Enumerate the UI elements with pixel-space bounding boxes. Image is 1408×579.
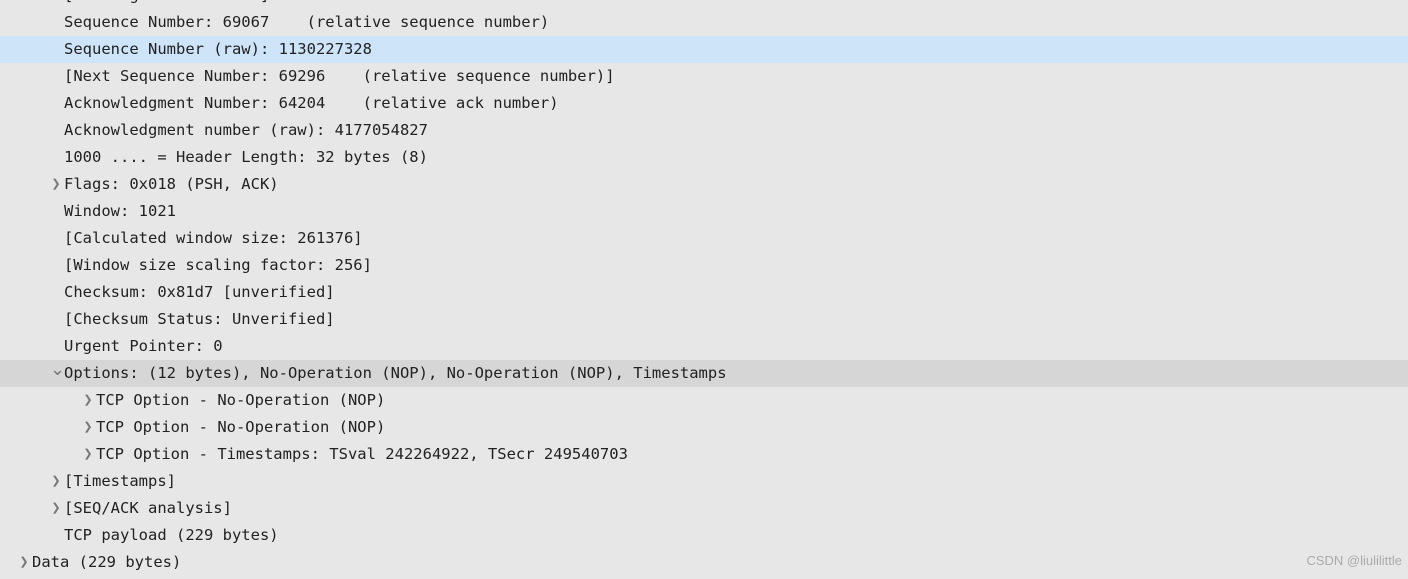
tree-row-text: Sequence Number: 69067 (relative sequenc… xyxy=(64,9,549,36)
tree-row-text: Sequence Number (raw): 1130227328 xyxy=(64,36,372,63)
tree-row-l10[interactable]: [Window size scaling factor: 256] xyxy=(0,252,1408,279)
chevron-right-icon[interactable]: ❯ xyxy=(50,495,62,522)
tree-row-l4[interactable]: Acknowledgment Number: 64204 (relative a… xyxy=(0,90,1408,117)
tree-row-text: [Window size scaling factor: 256] xyxy=(64,252,372,279)
chevron-down-icon[interactable]: ⌄ xyxy=(50,356,62,383)
tree-row-l9[interactable]: [Calculated window size: 261376] xyxy=(0,225,1408,252)
tree-row-l2[interactable]: Sequence Number (raw): 1130227328 xyxy=(0,36,1408,63)
tree-row-l20[interactable]: TCP payload (229 bytes) xyxy=(0,522,1408,549)
tree-row-text: Options: (12 bytes), No-Operation (NOP),… xyxy=(64,360,727,387)
tree-row-l5[interactable]: Acknowledgment number (raw): 4177054827 xyxy=(0,117,1408,144)
tree-row-l13[interactable]: Urgent Pointer: 0 xyxy=(0,333,1408,360)
tree-row-l11[interactable]: Checksum: 0x81d7 [unverified] xyxy=(0,279,1408,306)
tree-row-text: Window: 1021 xyxy=(64,198,176,225)
tree-row-text: Checksum: 0x81d7 [unverified] xyxy=(64,279,335,306)
tree-row-l7[interactable]: ❯Flags: 0x018 (PSH, ACK) xyxy=(0,171,1408,198)
tree-row-text: [Checksum Status: Unverified] xyxy=(64,306,335,333)
tree-row-text: Data (229 bytes) xyxy=(32,549,181,576)
chevron-right-icon[interactable]: ❯ xyxy=(50,468,62,495)
tree-row-l1[interactable]: Sequence Number: 69067 (relative sequenc… xyxy=(0,9,1408,36)
tree-row-text: [Next Sequence Number: 69296 (relative s… xyxy=(64,63,615,90)
tree-row-l8[interactable]: Window: 1021 xyxy=(0,198,1408,225)
chevron-right-icon[interactable]: ❯ xyxy=(18,549,30,576)
packet-details-panel: [TCP Segment Len: 229]Sequence Number: 6… xyxy=(0,0,1408,576)
tree-row-text: TCP Option - Timestamps: TSval 242264922… xyxy=(96,441,628,468)
chevron-right-icon[interactable]: ❯ xyxy=(82,441,94,468)
tree-row-text: [Timestamps] xyxy=(64,468,176,495)
tree-row-l16[interactable]: ❯TCP Option - No-Operation (NOP) xyxy=(0,414,1408,441)
tree-row-l19[interactable]: ❯[SEQ/ACK analysis] xyxy=(0,495,1408,522)
chevron-right-icon[interactable]: ❯ xyxy=(82,414,94,441)
tree-row-l14[interactable]: ⌄Options: (12 bytes), No-Operation (NOP)… xyxy=(0,360,1408,387)
tree-row-text: Urgent Pointer: 0 xyxy=(64,333,223,360)
tree-row-text: [TCP Segment Len: 229] xyxy=(64,0,269,9)
chevron-right-icon[interactable]: ❯ xyxy=(82,387,94,414)
tree-row-l15[interactable]: ❯TCP Option - No-Operation (NOP) xyxy=(0,387,1408,414)
tree-row-text: [Calculated window size: 261376] xyxy=(64,225,363,252)
tree-row-l21[interactable]: ❯Data (229 bytes) xyxy=(0,549,1408,576)
tree-row-l0[interactable]: [TCP Segment Len: 229] xyxy=(0,0,1408,9)
tree-row-text: [SEQ/ACK analysis] xyxy=(64,495,232,522)
tree-row-l12[interactable]: [Checksum Status: Unverified] xyxy=(0,306,1408,333)
tree-row-text: Acknowledgment number (raw): 4177054827 xyxy=(64,117,428,144)
tree-row-text: Flags: 0x018 (PSH, ACK) xyxy=(64,171,279,198)
tree-row-text: TCP Option - No-Operation (NOP) xyxy=(96,387,385,414)
tree-row-l6[interactable]: 1000 .... = Header Length: 32 bytes (8) xyxy=(0,144,1408,171)
tree-row-l3[interactable]: [Next Sequence Number: 69296 (relative s… xyxy=(0,63,1408,90)
tree-row-text: TCP payload (229 bytes) xyxy=(64,522,279,549)
chevron-right-icon[interactable]: ❯ xyxy=(50,171,62,198)
tree-row-l17[interactable]: ❯TCP Option - Timestamps: TSval 24226492… xyxy=(0,441,1408,468)
tree-row-text: 1000 .... = Header Length: 32 bytes (8) xyxy=(64,144,428,171)
tree-row-text: Acknowledgment Number: 64204 (relative a… xyxy=(64,90,559,117)
tree-row-l18[interactable]: ❯[Timestamps] xyxy=(0,468,1408,495)
tree-row-text: TCP Option - No-Operation (NOP) xyxy=(96,414,385,441)
